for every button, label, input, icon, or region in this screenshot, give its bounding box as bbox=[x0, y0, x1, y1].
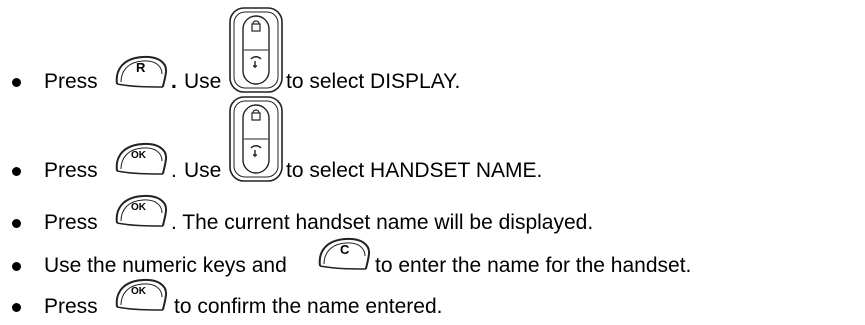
ok-key-label: OK bbox=[131, 286, 146, 297]
step-3-action-text: . The current handset name will be displ… bbox=[171, 211, 594, 234]
bullet-icon bbox=[12, 303, 21, 312]
step-4-action-text: to enter the name for the handset. bbox=[375, 254, 692, 277]
step-3-press-text: Press bbox=[44, 211, 98, 234]
bullet-icon bbox=[12, 167, 21, 176]
bullet-icon bbox=[12, 219, 21, 228]
ok-key-icon: OK bbox=[113, 141, 169, 177]
step-2-action-text: to select HANDSET NAME. bbox=[286, 159, 543, 182]
ok-key-label: OK bbox=[131, 202, 146, 213]
c-key-label: C bbox=[340, 242, 350, 257]
step-4-use-text: Use the numeric keys and bbox=[44, 254, 287, 277]
up-down-navigation-icon bbox=[228, 95, 284, 183]
r-key-icon: R bbox=[113, 54, 169, 90]
bullet-icon bbox=[12, 262, 21, 271]
r-key-label: R bbox=[136, 60, 146, 75]
step-1-dot: . bbox=[171, 70, 177, 93]
step-2-press-text: Press bbox=[44, 159, 98, 182]
step-1-press-text: Press bbox=[44, 70, 98, 93]
step-5-action-text: to confirm the name entered. bbox=[174, 295, 443, 318]
step-1-action-text: to select DISPLAY. bbox=[286, 70, 461, 93]
ok-key-icon: OK bbox=[113, 193, 169, 229]
step-5-press-text: Press bbox=[44, 295, 98, 318]
step-1-use-text: Use bbox=[184, 70, 222, 93]
step-2-use-text: Use bbox=[184, 159, 222, 182]
step-2-dot: . bbox=[171, 159, 177, 182]
ok-key-label: OK bbox=[131, 150, 146, 161]
bullet-icon bbox=[12, 78, 21, 87]
up-down-navigation-icon bbox=[228, 6, 284, 94]
ok-key-icon: OK bbox=[113, 277, 169, 313]
c-key-icon: C bbox=[316, 236, 372, 272]
